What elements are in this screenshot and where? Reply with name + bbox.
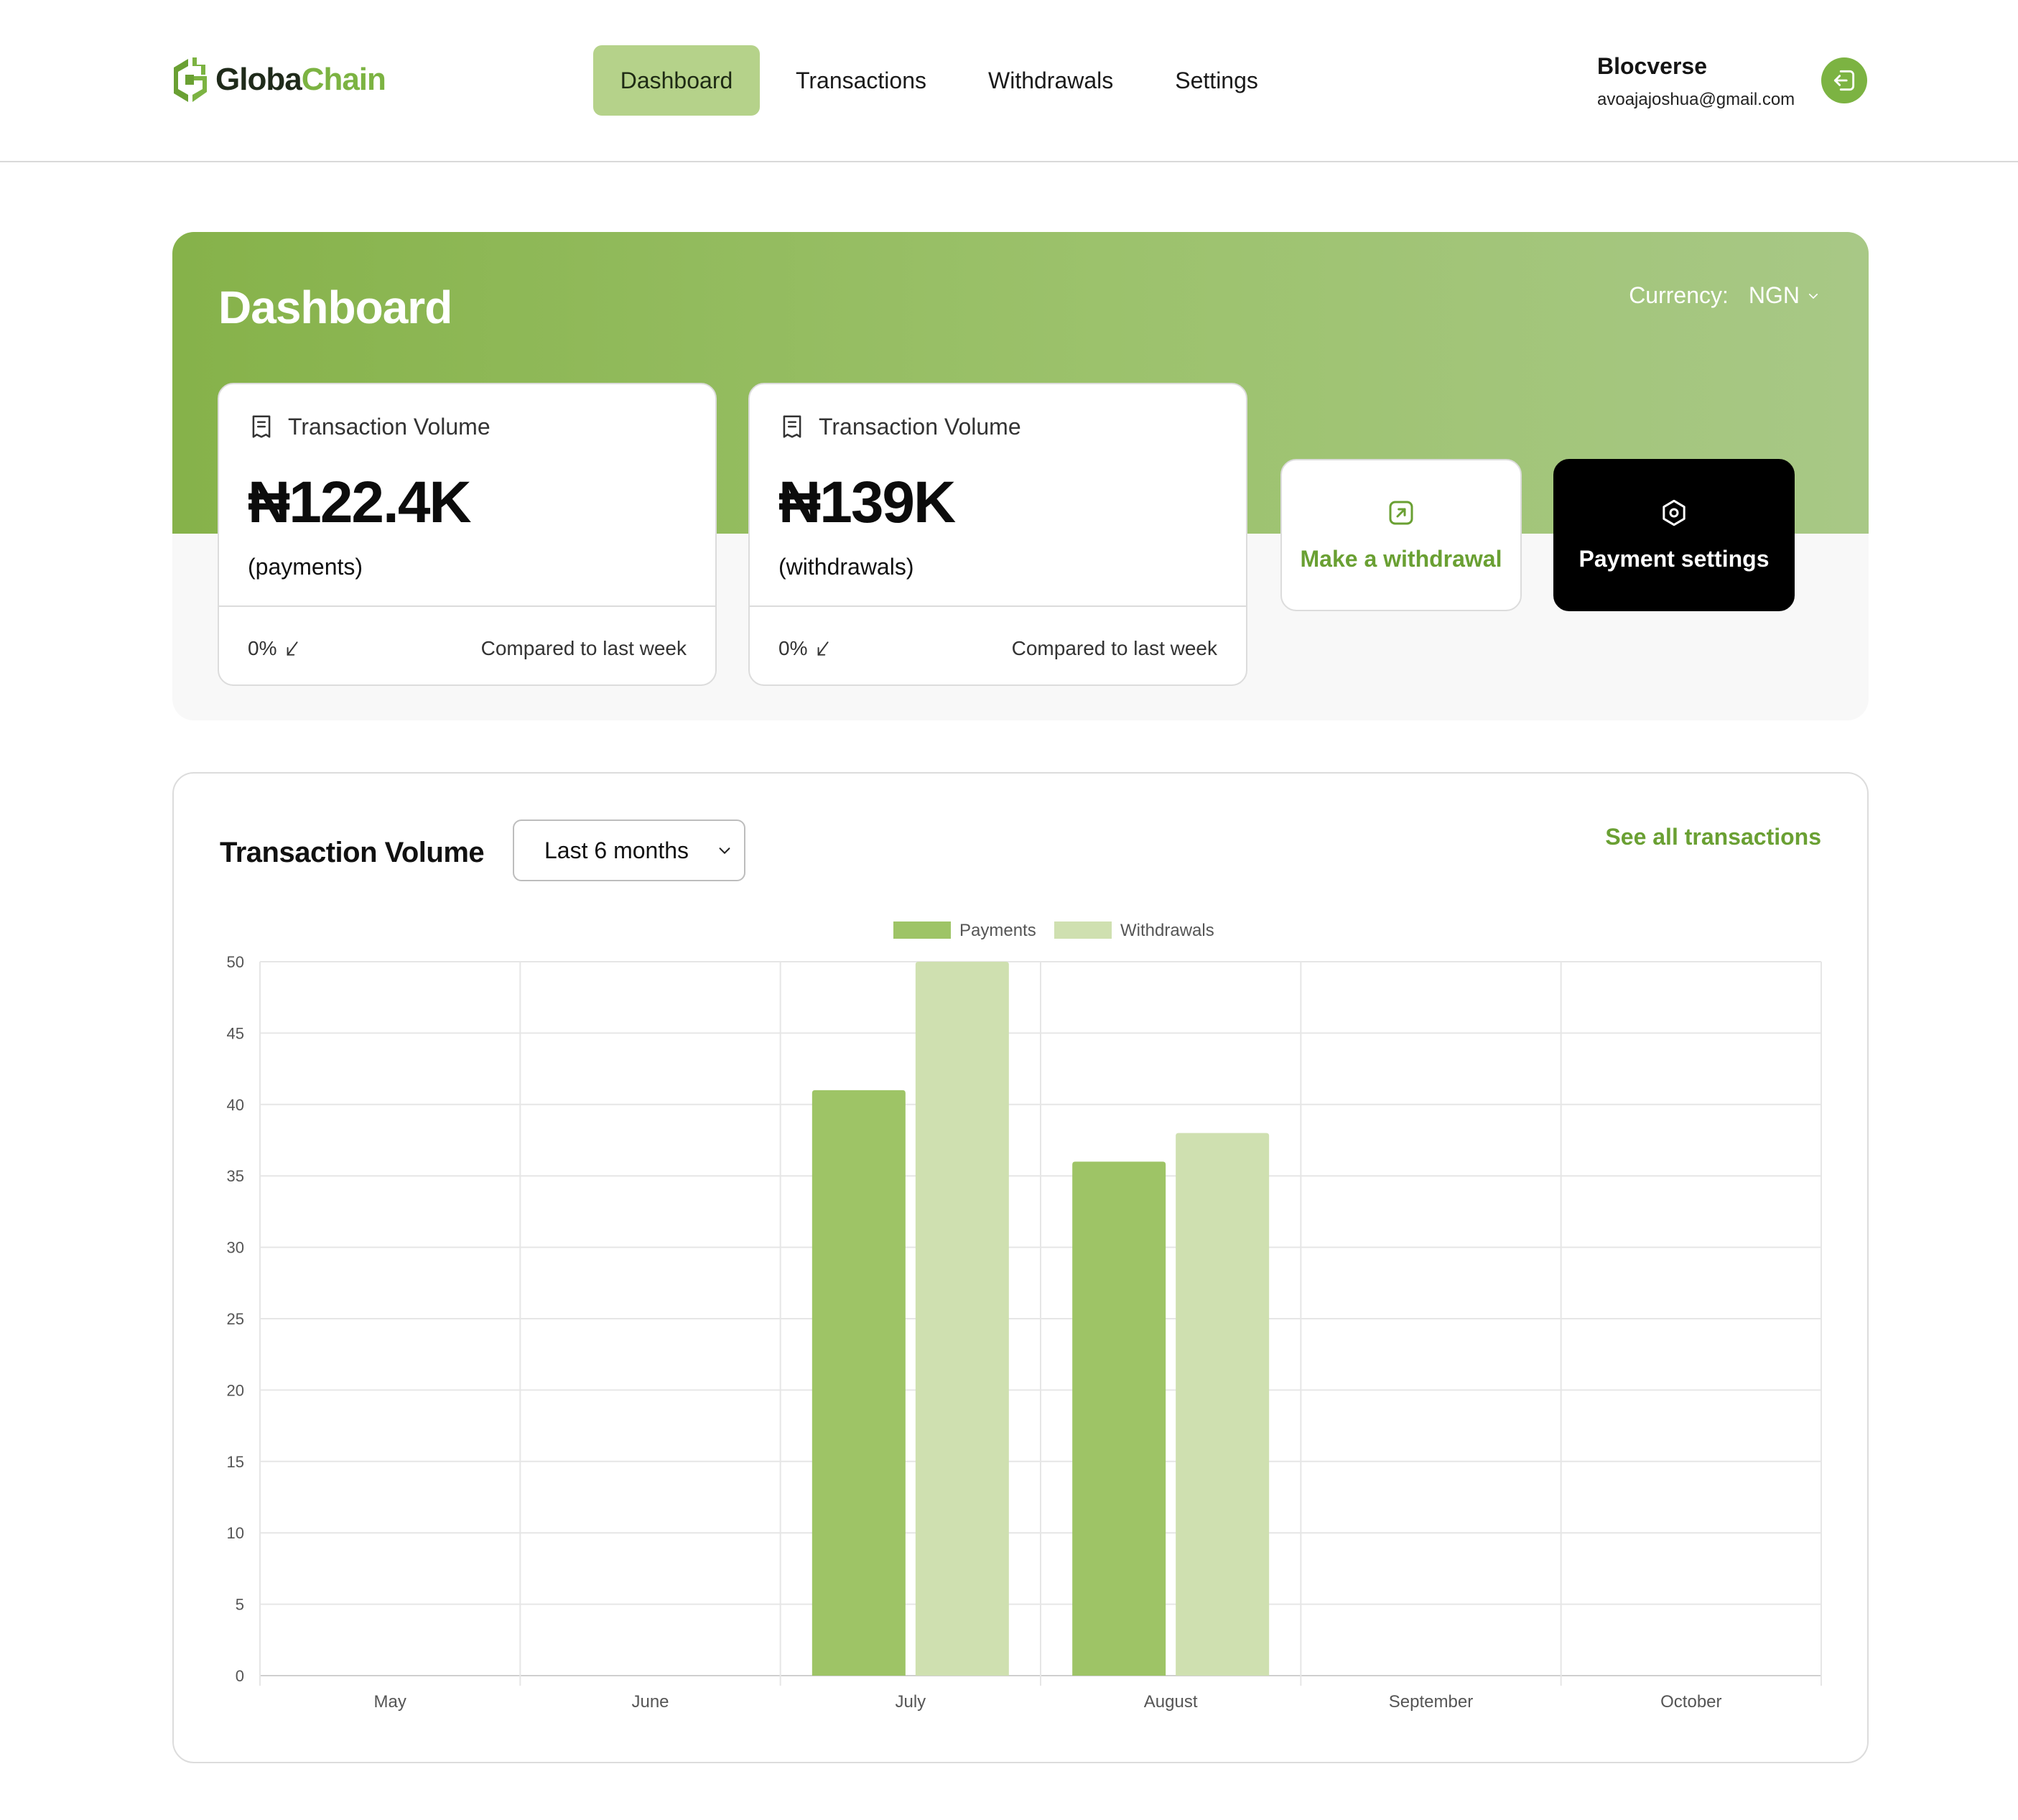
nav-settings[interactable]: Settings [1149,45,1284,116]
payments-volume-card: Transaction Volume ₦122.4K (payments) 0%… [218,383,717,686]
user-info: Blocverse avoajajoshua@gmail.com [1597,53,1795,110]
compare-text: Compared to last week [1011,637,1217,659]
stat-card-header: Transaction Volume [778,413,1021,440]
bar-withdrawals-august [1176,1133,1270,1676]
x-tick-label: September [1389,1692,1473,1712]
legend-label: Withdrawals [1120,921,1214,940]
stat-card-title: Transaction Volume [288,413,490,440]
stat-card-header: Transaction Volume [248,413,490,440]
user-email: avoajajoshua@gmail.com [1597,90,1795,109]
y-tick-label: 45 [227,1024,244,1042]
change-percent: 0% [248,637,277,659]
y-tick-label: 5 [236,1596,244,1614]
x-tick-label: May [373,1692,406,1712]
make-withdrawal-label: Make a withdrawal [1300,545,1502,572]
withdrawals-volume-card: Transaction Volume ₦139K (withdrawals) 0… [748,383,1247,686]
currency-value: NGN [1748,282,1800,308]
bar-payments-july [812,1090,906,1676]
nav-transactions[interactable]: Transactions [770,45,952,116]
nav-dashboard[interactable]: Dashboard [593,45,760,116]
receipt-icon [783,415,801,438]
y-tick-label: 10 [227,1524,244,1542]
chevron-down-icon [1808,293,1818,299]
bar-payments-august [1072,1161,1166,1676]
external-arrow-icon [1389,501,1413,524]
payment-settings-label: Payment settings [1578,545,1770,572]
stat-card-value: ₦139K [778,470,956,535]
y-tick-label: 40 [227,1096,244,1114]
transaction-volume-bar-chart: 0 5 10 15 20 25 30 35 40 45 50 May June July August Sep… [227,921,1822,1712]
x-tick-label: July [895,1692,926,1712]
brand-name: GlobaChain [215,62,386,98]
stat-card-value: ₦122.4K [248,470,472,535]
y-tick-label: 50 [227,953,244,971]
page-title: Dashboard [218,282,452,333]
arrow-down-left-icon [287,641,299,656]
receipt-icon [252,415,271,438]
logo-icon [174,57,207,102]
y-tick-label: 30 [227,1239,244,1257]
legend-swatch [1054,921,1112,939]
brand-name-part1: Globa [215,62,302,97]
stat-card-footer: 0% Compared to last week [248,637,687,660]
dashboard-summary-panel: Dashboard Currency: NGN Transaction Volu… [172,232,1869,720]
divider [219,605,715,607]
arrow-down-left-icon [818,641,829,656]
make-withdrawal-button[interactable]: Make a withdrawal [1280,459,1522,611]
currency-selector: Currency: NGN [1629,282,1820,309]
change-indicator: 0% [778,637,832,660]
y-tick-label: 0 [236,1667,244,1685]
bar-withdrawals-july [915,962,1009,1676]
change-indicator: 0% [248,637,301,660]
x-tick-label: June [631,1692,669,1712]
logout-icon [1833,70,1855,91]
nav-withdrawals[interactable]: Withdrawals [962,45,1139,116]
settings-hexagon-icon [1663,499,1685,526]
legend-label: Payments [959,921,1036,940]
logout-button[interactable] [1821,57,1867,103]
brand-name-part2: Chain [301,62,386,97]
x-tick-label: August [1144,1692,1198,1712]
user-name: Blocverse [1597,53,1707,79]
main-nav: Dashboard Transactions Withdrawals Setti… [593,45,1294,116]
payment-settings-button[interactable]: Payment settings [1553,459,1795,611]
y-tick-label: 35 [227,1167,244,1185]
y-tick-label: 15 [227,1453,244,1471]
legend-swatch [893,921,951,939]
stat-card-subtitle: (withdrawals) [778,554,914,580]
change-percent: 0% [778,637,808,659]
x-tick-label: October [1660,1692,1721,1712]
brand-logo[interactable]: GlobaChain [172,56,386,103]
y-tick-label: 20 [227,1381,244,1399]
divider [750,605,1246,607]
compare-text: Compared to last week [480,637,687,659]
currency-label: Currency: [1629,282,1729,308]
stat-card-subtitle: (payments) [248,554,363,580]
y-tick-label: 25 [227,1310,244,1328]
transaction-volume-chart-panel: Transaction Volume Last 6 months See all… [172,772,1869,1763]
stat-card-footer: 0% Compared to last week [778,637,1217,660]
stat-card-title: Transaction Volume [819,413,1021,440]
top-navigation-bar: GlobaChain Dashboard Transactions Withdr… [0,0,2018,162]
currency-dropdown[interactable]: NGN [1749,282,1820,309]
